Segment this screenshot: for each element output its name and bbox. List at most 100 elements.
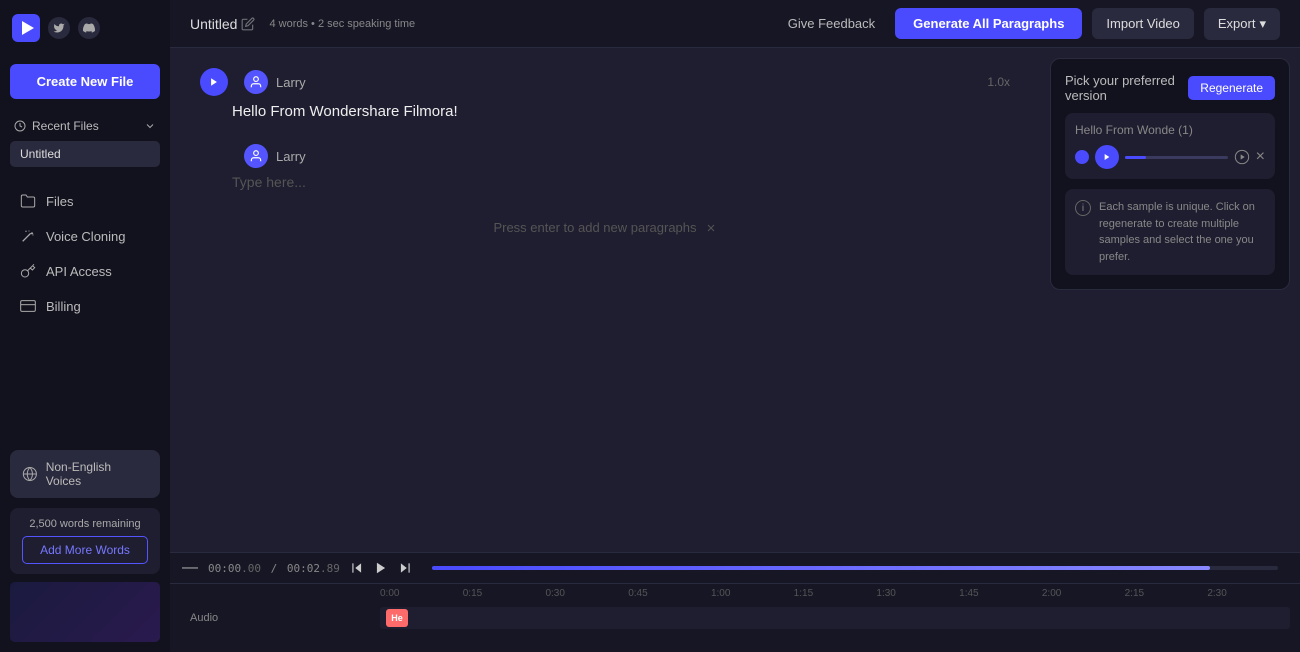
paragraph-text[interactable]: Hello From Wondershare Filmora! (232, 100, 1010, 124)
audio-track-content[interactable]: He (380, 607, 1290, 629)
editor-area: Larry 1.0x Hello From Wondershare Filmor… (170, 48, 1300, 552)
chevron-down-icon (144, 120, 156, 132)
popover-info-text: Each sample is unique. Click on regenera… (1099, 199, 1265, 265)
add-more-words-button[interactable]: Add More Words (22, 536, 148, 564)
sample-progress-bar[interactable] (1125, 156, 1228, 159)
words-remaining-text: 2,500 words remaining (22, 518, 148, 530)
info-icon: i (1075, 200, 1091, 216)
header-right: Give Feedback Generate All Paragraphs Im… (778, 8, 1280, 40)
words-remaining-box: 2,500 words remaining Add More Words (10, 508, 160, 574)
timeline-stop-button[interactable]: — (182, 559, 198, 577)
discord-icon[interactable] (78, 17, 100, 39)
ruler-label-2:15: 2:15 (1125, 588, 1208, 599)
time-separator: / (271, 562, 278, 575)
non-english-voices-button[interactable]: Non-English Voices (10, 450, 160, 498)
version-picker-popover: Pick your preferred version Regenerate H… (1050, 58, 1290, 290)
timeline-progress-bar[interactable] (432, 566, 1278, 570)
playht-logo-icon (12, 14, 40, 42)
timeline-controls: — 00:00.00 / 00:02.89 (170, 553, 1300, 584)
sample-play-button[interactable] (1095, 145, 1119, 169)
timeline-progress-fill (432, 566, 1210, 570)
timeline-area: — 00:00.00 / 00:02.89 (170, 552, 1300, 652)
sidebar-item-billing[interactable]: Billing (6, 289, 164, 323)
edit-icon[interactable] (241, 17, 255, 31)
non-english-label: Non-English Voices (46, 460, 148, 488)
rewind-icon (350, 561, 364, 575)
type-here-placeholder[interactable]: Type here... (232, 174, 1010, 190)
sidebar-item-files[interactable]: Files (6, 184, 164, 218)
clock-icon (14, 120, 26, 132)
time-total: 00:02 (287, 562, 320, 575)
twitter-icon[interactable] (48, 17, 70, 39)
regenerate-button[interactable]: Regenerate (1188, 76, 1275, 100)
voice-avatar-2 (244, 144, 268, 168)
main-content: Untitled 4 words • 2 sec speaking time G… (170, 0, 1300, 652)
wand-icon (20, 228, 36, 244)
paragraph-play-button[interactable] (200, 68, 228, 96)
close-hint-icon[interactable] (705, 222, 717, 234)
voice-name: Larry (276, 75, 306, 90)
user-icon (249, 75, 263, 89)
billing-label: Billing (46, 299, 81, 314)
export-chevron-icon: ▾ (1259, 16, 1266, 32)
thumbnail-preview (10, 582, 160, 642)
file-title-text: Untitled (190, 16, 237, 32)
audio-track-block: He (386, 609, 408, 627)
sidebar-item-api-access[interactable]: API Access (6, 254, 164, 288)
time-current: 00:00 (208, 562, 241, 575)
ruler-label-2:30: 2:30 (1207, 588, 1290, 599)
create-new-file-button[interactable]: Create New File (10, 64, 160, 99)
top-header: Untitled 4 words • 2 sec speaking time G… (170, 0, 1300, 48)
ruler-label-1:00: 1:00 (711, 588, 794, 599)
sidebar: Create New File Recent Files Untitled (0, 0, 170, 652)
timeline-forward-button[interactable] (398, 561, 412, 575)
timeline-rewind-button[interactable] (350, 561, 364, 575)
ruler-label-1:30: 1:30 (876, 588, 959, 599)
export-label: Export (1218, 16, 1256, 31)
sample-radio-button[interactable] (1075, 150, 1089, 164)
header-left: Untitled 4 words • 2 sec speaking time (190, 16, 415, 32)
timeline-ruler: 0:00 0:15 0:30 0:45 1:00 1:15 1:30 1:45 … (170, 584, 1300, 603)
time-ms-total: .89 (320, 562, 340, 575)
sample-play-icon (1103, 153, 1111, 161)
audio-label-text: Audio (190, 612, 218, 624)
audio-track-label: Audio (180, 612, 380, 624)
ruler-label-0:30: 0:30 (545, 588, 628, 599)
popover-info: i Each sample is unique. Click on regene… (1065, 189, 1275, 275)
speed-icon[interactable] (1234, 149, 1250, 165)
recent-files-section: Recent Files Untitled (0, 107, 170, 175)
generate-all-paragraphs-button[interactable]: Generate All Paragraphs (895, 8, 1082, 39)
ruler-label-2:00: 2:00 (1042, 588, 1125, 599)
popover-sample: Hello From Wonde (1) (1065, 113, 1275, 179)
sidebar-bottom: Non-English Voices 2,500 words remaining… (0, 440, 170, 652)
files-label: Files (46, 194, 73, 209)
text-editor[interactable]: Larry 1.0x Hello From Wondershare Filmor… (170, 48, 1040, 552)
give-feedback-button[interactable]: Give Feedback (778, 10, 885, 37)
import-video-button[interactable]: Import Video (1092, 8, 1193, 39)
sidebar-item-voice-cloning[interactable]: Voice Cloning (6, 219, 164, 253)
sample-title: Hello From Wonde (1) (1075, 123, 1265, 137)
timeline-time-current: 00:00.00 / 00:02.89 (208, 562, 340, 575)
timeline-play-icon (374, 561, 388, 575)
popover-header: Pick your preferred version Regenerate (1065, 73, 1275, 103)
sample-close-button[interactable]: × (1256, 148, 1265, 166)
timeline-play-button[interactable] (374, 561, 388, 575)
ruler-label-0:45: 0:45 (628, 588, 711, 599)
stop-icon: — (182, 559, 198, 577)
voice-cloning-label: Voice Cloning (46, 229, 126, 244)
popover-title: Pick your preferred version (1065, 73, 1188, 103)
key-icon (20, 263, 36, 279)
recent-files-header[interactable]: Recent Files (10, 113, 160, 139)
press-enter-text: Press enter to add new paragraphs (493, 220, 696, 235)
ruler-label-1:45: 1:45 (959, 588, 1042, 599)
user-icon-2 (249, 149, 263, 163)
press-enter-hint: Press enter to add new paragraphs (200, 220, 1010, 235)
ruler-label-1:15: 1:15 (794, 588, 877, 599)
billing-card-icon (20, 298, 36, 314)
globe-icon (22, 466, 38, 482)
recent-file-item[interactable]: Untitled (10, 141, 160, 167)
sample-controls: × (1075, 145, 1265, 169)
logo-area (0, 0, 170, 56)
export-button[interactable]: Export ▾ (1204, 8, 1280, 40)
paragraph-block: Larry 1.0x Hello From Wondershare Filmor… (200, 68, 1010, 124)
